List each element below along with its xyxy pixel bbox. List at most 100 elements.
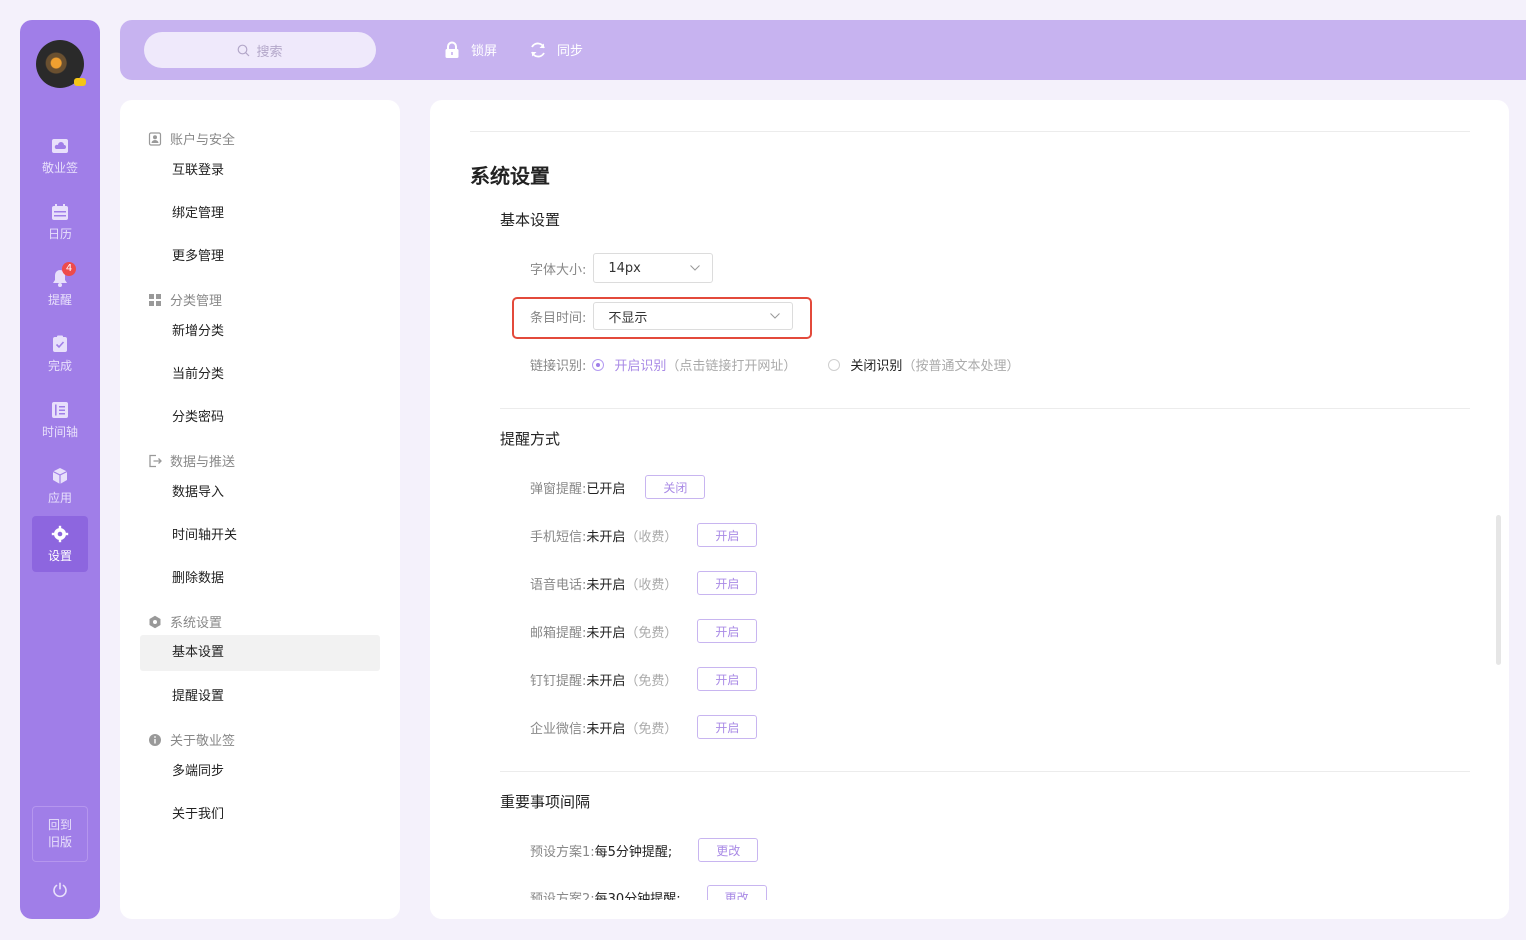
reminder-note: （免费）	[625, 625, 678, 641]
email-enable-button[interactable]: 开启	[697, 619, 758, 643]
sidebar-item-apps[interactable]: 应用	[32, 458, 88, 514]
reminder-status: 未开启	[586, 673, 626, 689]
nav-group-title: 数据与推送	[170, 455, 236, 470]
voice-enable-button[interactable]: 开启	[697, 571, 758, 595]
export-icon	[149, 454, 162, 467]
section-title-basic: 基本设置	[500, 211, 561, 229]
reminder-row-wecom: 企业微信: 未开启 （免费） 开启	[530, 715, 758, 739]
nav-item-multi-sync[interactable]: 多端同步	[140, 754, 380, 790]
link-recognition-label: 链接识别:	[530, 359, 587, 374]
search-placeholder: 搜索	[256, 44, 283, 60]
link-on-radio[interactable]: 开启识别 （点击链接打开网址）	[592, 355, 796, 374]
page-title: 系统设置	[470, 164, 550, 188]
reminder-label: 钉钉提醒:	[530, 673, 587, 689]
avatar[interactable]	[36, 40, 86, 88]
reminder-count-badge: 4	[62, 261, 76, 276]
radio-unselected-icon	[828, 358, 841, 371]
sidebar-item-done[interactable]: 完成	[32, 326, 88, 382]
sync-label: 同步	[557, 44, 584, 59]
interval-value: 每5分钟提醒;	[594, 844, 673, 860]
reminder-label: 邮箱提醒:	[530, 625, 587, 641]
reminder-row-dingtalk: 钉钉提醒: 未开启 （免费） 开启	[530, 667, 758, 691]
nav-item-data-import[interactable]: 数据导入	[140, 475, 380, 511]
nav-item-current-category[interactable]: 当前分类	[140, 357, 380, 393]
nav-item-timeline-switch[interactable]: 时间轴开关	[140, 518, 380, 554]
reminder-note: （收费）	[625, 529, 678, 545]
sidebar-item-label: 提醒	[47, 292, 72, 307]
reminder-note: （免费）	[625, 721, 678, 737]
sms-enable-button[interactable]: 开启	[697, 523, 758, 547]
search-icon	[238, 44, 250, 56]
scrollbar-thumb[interactable]	[1496, 515, 1501, 665]
timeline-icon	[51, 401, 69, 419]
nav-item-binding[interactable]: 绑定管理	[140, 196, 380, 232]
power-icon[interactable]	[51, 881, 69, 899]
clip-mask	[430, 900, 1509, 919]
cloud-note-icon	[51, 137, 69, 155]
link-recognition-row: 链接识别: 开启识别 （点击链接打开网址） 关闭识别 （按普通文本处理）	[530, 355, 1019, 374]
interval-change-button[interactable]: 更改	[698, 838, 759, 862]
wecom-enable-button[interactable]: 开启	[697, 715, 758, 739]
sidebar-item-timeline[interactable]: 时间轴	[32, 392, 88, 448]
link-on-label: 开启识别	[614, 359, 667, 374]
nav-item-about-us[interactable]: 关于我们	[140, 797, 380, 833]
reminder-row-voice: 语音电话: 未开启 （收费） 开启	[530, 571, 758, 595]
reminder-label: 语音电话:	[530, 577, 587, 593]
sync-icon	[531, 42, 545, 57]
search-input[interactable]: 搜索	[144, 32, 376, 68]
reminder-label: 手机短信:	[530, 529, 587, 545]
reminder-note: （免费）	[625, 673, 678, 689]
back-to-old-version-button[interactable]: 回到 旧版	[32, 806, 88, 862]
reminder-label: 企业微信:	[530, 721, 587, 737]
old-version-line1: 回到	[47, 818, 72, 832]
settings-nav: 账户与安全 互联登录 绑定管理 更多管理 分类管理 新增分类 当前分类 分类密码…	[120, 100, 400, 919]
reminder-note: （收费）	[625, 577, 678, 593]
sidebar-item-settings[interactable]: 设置	[32, 516, 88, 572]
reminder-status: 未开启	[586, 721, 626, 737]
nav-item-basic-settings[interactable]: 基本设置	[140, 635, 380, 671]
chevron-down-icon	[690, 265, 701, 271]
nav-group-title: 系统设置	[170, 616, 223, 631]
reminder-status: 未开启	[586, 625, 626, 641]
cube-icon	[51, 467, 69, 485]
link-off-radio[interactable]: 关闭识别 （按普通文本处理）	[828, 355, 1019, 374]
sidebar-item-calendar[interactable]: 日历	[32, 194, 88, 250]
lock-screen-button[interactable]: 锁屏	[443, 40, 497, 59]
sidebar-item-label: 时间轴	[41, 424, 78, 439]
sidebar-item-notes[interactable]: 敬业签	[32, 128, 88, 184]
lock-label: 锁屏	[471, 44, 498, 59]
section-title-interval: 重要事项间隔	[500, 793, 591, 811]
nav-group-data: 数据与推送	[148, 451, 235, 470]
nav-item-reminder-settings[interactable]: 提醒设置	[140, 679, 380, 715]
link-off-label: 关闭识别	[850, 359, 903, 374]
lock-icon	[445, 41, 459, 58]
sidebar-item-label: 日历	[47, 226, 72, 241]
interval-row-1: 预设方案1: 每5分钟提醒; 更改	[530, 838, 759, 862]
link-on-note: （点击链接打开网址）	[666, 359, 797, 374]
divider	[500, 408, 1470, 409]
divider	[500, 771, 1470, 772]
nav-item-delete-data[interactable]: 删除数据	[140, 561, 380, 597]
nav-item-interconnect-login[interactable]: 互联登录	[140, 153, 380, 189]
account-icon	[148, 131, 162, 146]
app-sidebar: 敬业签 日历 4 提醒 完成 时间轴 应用 设置 回到 旧版	[20, 20, 100, 919]
nav-item-category-password[interactable]: 分类密码	[140, 400, 380, 436]
highlight-box	[512, 297, 812, 339]
sidebar-item-reminders[interactable]: 4 提醒	[32, 260, 88, 316]
popup-close-button[interactable]: 关闭	[645, 475, 706, 499]
nav-group-title: 关于敬业签	[170, 734, 236, 749]
section-title-reminder: 提醒方式	[500, 430, 561, 448]
link-off-note: （按普通文本处理）	[902, 359, 1020, 374]
font-size-row: 字体大小: 14px	[530, 253, 714, 283]
font-size-select[interactable]: 14px	[593, 253, 714, 283]
hexagon-gear-icon	[149, 615, 161, 628]
divider	[470, 131, 1470, 132]
sync-button[interactable]: 同步	[529, 40, 583, 59]
nav-group-title: 账户与安全	[170, 133, 236, 148]
reminder-status: 未开启	[586, 529, 626, 545]
sidebar-item-label: 敬业签	[41, 160, 78, 175]
nav-item-more-management[interactable]: 更多管理	[140, 239, 380, 275]
dingtalk-enable-button[interactable]: 开启	[697, 667, 758, 691]
font-size-label: 字体大小:	[530, 262, 587, 278]
nav-item-add-category[interactable]: 新增分类	[140, 314, 380, 350]
